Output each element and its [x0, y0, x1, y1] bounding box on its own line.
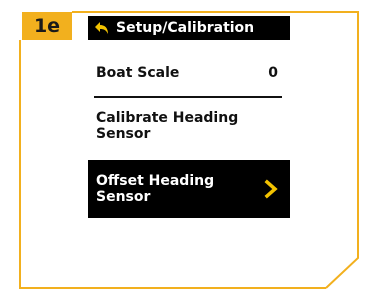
- back-arrow-icon[interactable]: [94, 20, 110, 36]
- menu-item-boat-scale[interactable]: Boat Scale 0: [88, 60, 290, 86]
- divider: [94, 96, 282, 98]
- device-frame: [19, 11, 359, 289]
- screen-header: Setup/Calibration: [88, 16, 290, 40]
- screen-title: Setup/Calibration: [116, 20, 255, 36]
- menu-item-label: Offset Heading Sensor: [96, 173, 215, 205]
- menu-item-label: Boat Scale: [96, 65, 180, 81]
- menu-item-label: Calibrate Heading Sensor: [96, 110, 239, 142]
- menu-item-value: 0: [268, 65, 278, 81]
- chevron-right-icon: [264, 179, 278, 199]
- step-badge: 1e: [22, 12, 72, 40]
- menu-item-offset-heading-sensor[interactable]: Offset Heading Sensor: [88, 160, 290, 218]
- menu-item-calibrate-heading-sensor[interactable]: Calibrate Heading Sensor: [88, 110, 290, 142]
